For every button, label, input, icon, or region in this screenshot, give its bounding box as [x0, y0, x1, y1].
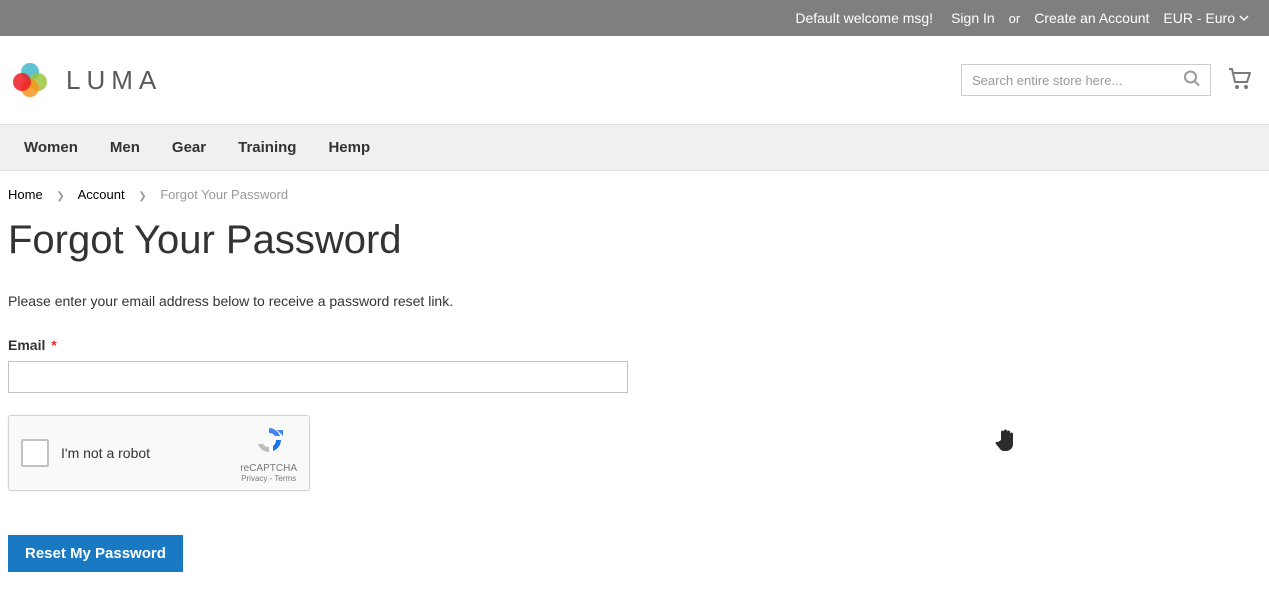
- logo-mark-icon: [8, 58, 52, 102]
- recaptcha-widget: I'm not a robot reCAPTCHA Privacy - Term…: [8, 415, 310, 491]
- form-note: Please enter your email address below to…: [8, 293, 632, 309]
- breadcrumb-account[interactable]: Account: [78, 187, 125, 202]
- reset-password-button[interactable]: Reset My Password: [8, 535, 183, 572]
- search-icon: [1183, 70, 1201, 88]
- breadcrumb-home[interactable]: Home: [8, 187, 43, 202]
- search-input[interactable]: [961, 64, 1211, 96]
- cart-icon: [1227, 66, 1253, 90]
- cart-link[interactable]: [1227, 66, 1253, 95]
- store-logo[interactable]: LUMA: [8, 58, 162, 102]
- breadcrumb: Home ❯ Account ❯ Forgot Your Password: [0, 171, 1269, 218]
- header-main: LUMA: [0, 36, 1269, 124]
- or-text: or: [1009, 11, 1021, 26]
- required-mark: *: [51, 337, 56, 353]
- main-nav: Women Men Gear Training Hemp: [0, 124, 1269, 171]
- breadcrumb-current: Forgot Your Password: [160, 187, 288, 202]
- email-field[interactable]: [8, 361, 628, 393]
- nav-item-gear[interactable]: Gear: [156, 125, 222, 170]
- email-label: Email *: [8, 337, 632, 353]
- logo-text: LUMA: [66, 65, 162, 96]
- nav-item-men[interactable]: Men: [94, 125, 156, 170]
- nav-item-hemp[interactable]: Hemp: [312, 125, 386, 170]
- panel-header: Default welcome msg! Sign In or Create a…: [0, 0, 1269, 36]
- page-title: Forgot Your Password: [0, 218, 1269, 293]
- currency-label: EUR - Euro: [1163, 10, 1235, 26]
- cursor-hand-icon: [994, 428, 1016, 457]
- recaptcha-label: I'm not a robot: [61, 445, 150, 461]
- currency-switcher[interactable]: EUR - Euro: [1163, 10, 1249, 26]
- recaptcha-brand: reCAPTCHA: [240, 463, 297, 474]
- create-account-link[interactable]: Create an Account: [1034, 10, 1149, 26]
- recaptcha-icon: [253, 424, 285, 456]
- search-button[interactable]: [1179, 66, 1205, 95]
- welcome-message: Default welcome msg!: [795, 10, 933, 26]
- chevron-right-icon: ❯: [138, 191, 146, 202]
- recaptcha-checkbox[interactable]: [21, 439, 49, 467]
- chevron-down-icon: [1239, 13, 1249, 23]
- sign-in-link[interactable]: Sign In: [951, 10, 995, 26]
- recaptcha-links[interactable]: Privacy - Terms: [240, 474, 297, 483]
- nav-item-training[interactable]: Training: [222, 125, 312, 170]
- nav-item-women[interactable]: Women: [8, 125, 94, 170]
- chevron-right-icon: ❯: [56, 191, 64, 202]
- search-form: [961, 64, 1211, 96]
- forgot-password-form: Please enter your email address below to…: [0, 293, 640, 572]
